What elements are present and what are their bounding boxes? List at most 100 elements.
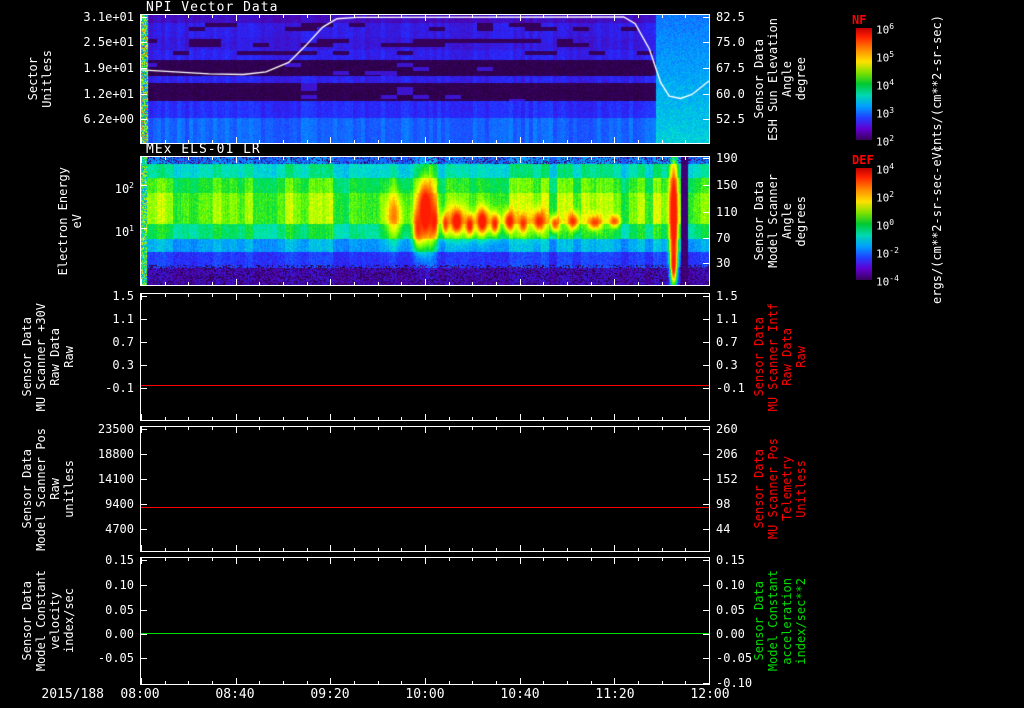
tick-mark (401, 157, 402, 160)
tick-mark (425, 414, 426, 420)
axis-title-line: index/sec (62, 588, 76, 654)
tick-mark (638, 548, 639, 551)
tick-mark (662, 140, 663, 143)
tick-mark (472, 427, 473, 430)
tick-mark (283, 548, 284, 551)
tick-mark (307, 548, 308, 551)
tick-mark (283, 294, 284, 297)
tick-mark (638, 282, 639, 285)
tick-mark (283, 558, 284, 561)
tick-mark (638, 558, 639, 561)
tick-mark (354, 427, 355, 430)
tick-mark (614, 414, 615, 420)
tick-mark (703, 119, 709, 120)
tick-mark (378, 157, 379, 160)
panel-npi-spectrogram (140, 14, 710, 144)
tick-mark (567, 681, 568, 684)
tick-mark (425, 678, 426, 684)
tick-mark (520, 15, 521, 21)
tick-mark (591, 417, 592, 420)
tick-mark (165, 681, 166, 684)
tick-mark (614, 157, 615, 163)
tick-mark (141, 42, 147, 43)
tick-mark (141, 678, 142, 684)
tick-mark (165, 558, 166, 561)
tick-mark (520, 279, 521, 285)
tick-mark (703, 479, 709, 480)
tick-mark (638, 294, 639, 297)
tick-mark (520, 137, 521, 143)
tick-mark (165, 548, 166, 551)
y-tick-label: 0.10 (716, 578, 745, 593)
tick-mark (330, 15, 331, 21)
axis-title-line: Model Constant (766, 570, 780, 672)
panel-mu-scanner (140, 293, 710, 421)
tick-mark (703, 610, 709, 611)
tick-mark (330, 137, 331, 143)
tick-mark (709, 279, 710, 285)
axis-title-line: eV (70, 213, 84, 229)
tick-mark (188, 427, 189, 430)
data-line (141, 385, 709, 386)
axis-title-line: Raw (62, 346, 76, 368)
tick-mark (141, 342, 147, 343)
axis-title-line: Raw Data (48, 328, 62, 386)
tick-mark (449, 15, 450, 18)
tick-mark (141, 658, 147, 659)
tick-mark (141, 94, 147, 95)
tick-mark (141, 610, 147, 611)
tick-mark (567, 417, 568, 420)
tick-mark (591, 157, 592, 160)
axis-title-line: Sensor Data (752, 581, 766, 661)
tick-mark (496, 157, 497, 160)
axis-title-line: Angle (780, 60, 794, 98)
tick-mark (141, 545, 142, 551)
tick-mark (259, 15, 260, 18)
axis-title-line: Sensor Data (752, 181, 766, 261)
tick-mark (709, 427, 710, 433)
axis-title-line: Sector (26, 57, 40, 101)
tick-mark (378, 15, 379, 18)
tick-mark (141, 228, 147, 229)
tick-mark (212, 417, 213, 420)
axis-title-line: Unitless (794, 460, 808, 518)
x-tick-label: 09:20 (310, 687, 350, 702)
tick-mark (141, 634, 147, 635)
tick-mark (401, 15, 402, 18)
y-tick-label: -0.1 (716, 380, 745, 395)
tick-mark (591, 548, 592, 551)
tick-mark (141, 137, 142, 143)
tick-mark (141, 427, 142, 433)
axis-title-line: velocity (48, 592, 62, 650)
x-tick-label: 11:20 (595, 687, 635, 702)
tick-mark (543, 157, 544, 160)
y-tick-label: 67.5 (716, 60, 745, 75)
y-tick-label: 206 (716, 446, 738, 461)
tick-mark (141, 119, 147, 120)
axis-title-line: Unitless (40, 50, 54, 108)
tick-mark (378, 548, 379, 551)
tick-mark (703, 263, 709, 264)
tick-mark (354, 548, 355, 551)
tick-mark (378, 140, 379, 143)
tick-mark (685, 417, 686, 420)
tick-mark (141, 319, 147, 320)
tick-mark (188, 15, 189, 18)
tick-mark (236, 414, 237, 420)
tick-mark (330, 279, 331, 285)
y-tick-label: 110 (716, 205, 738, 220)
tick-mark (401, 558, 402, 561)
y-tick-label: 260 (716, 422, 738, 437)
tick-mark (354, 140, 355, 143)
tick-mark (283, 157, 284, 160)
tick-mark (259, 140, 260, 143)
tick-mark (283, 282, 284, 285)
data-line (141, 507, 709, 508)
tick-mark (703, 185, 709, 186)
tick-mark (354, 157, 355, 160)
tick-mark (567, 15, 568, 18)
tick-mark (307, 681, 308, 684)
tick-mark (662, 417, 663, 420)
tick-mark (141, 294, 142, 300)
tick-mark (449, 548, 450, 551)
